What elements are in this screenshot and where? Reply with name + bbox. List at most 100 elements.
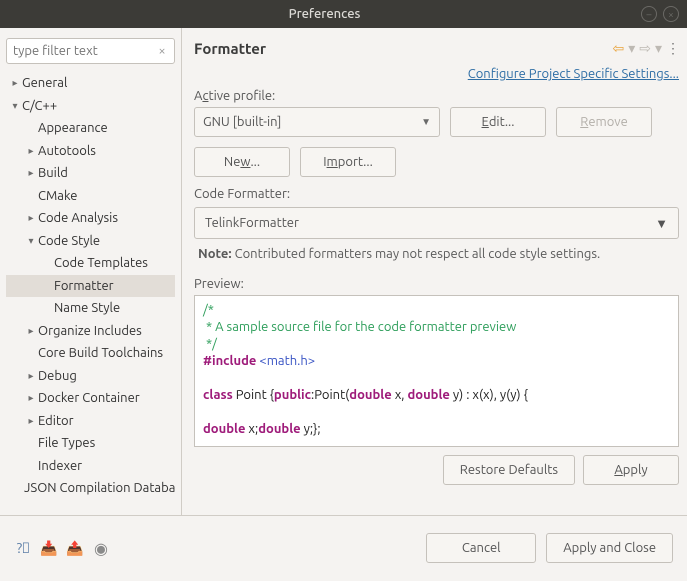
tree-item[interactable]: Code Templates bbox=[6, 252, 175, 275]
expand-icon[interactable]: ▸ bbox=[24, 167, 38, 179]
tree-item-label: Appearance bbox=[38, 121, 108, 135]
tree-item-label: Name Style bbox=[54, 301, 120, 315]
restore-defaults-button[interactable]: Restore Defaults bbox=[443, 455, 575, 485]
active-profile-select[interactable]: GNU [built-in] ▼ bbox=[194, 107, 440, 137]
active-profile-row: GNU [built-in] ▼ Edit... Remove bbox=[194, 107, 679, 137]
help-icon[interactable]: ?⃝ bbox=[14, 539, 32, 557]
code-formatter-value: TelinkFormatter bbox=[205, 216, 299, 230]
apply-button[interactable]: Apply bbox=[583, 455, 679, 485]
note-text: Contributed formatters may not respect a… bbox=[235, 247, 601, 261]
tree-item-label: C/C++ bbox=[22, 99, 57, 113]
preferences-tree[interactable]: ▸General▾C/C++Appearance▸Autotools▸Build… bbox=[6, 72, 175, 500]
tree-item[interactable]: ▾Code Style bbox=[6, 230, 175, 253]
tree-item-label: Code Analysis bbox=[38, 211, 118, 225]
tree-item-label: Indexer bbox=[38, 459, 82, 473]
import-prefs-icon[interactable]: 📥 bbox=[40, 539, 58, 557]
sidebar: × ▸General▾C/C++Appearance▸Autotools▸Bui… bbox=[0, 28, 182, 515]
tree-item-label: General bbox=[22, 76, 67, 90]
window-titlebar: Preferences – × bbox=[0, 0, 687, 28]
back-icon[interactable]: ⇦ bbox=[612, 40, 624, 57]
expand-icon[interactable]: ▸ bbox=[24, 145, 38, 157]
configure-project-link[interactable]: Configure Project Specific Settings... bbox=[468, 67, 679, 81]
clear-icon[interactable]: × bbox=[153, 42, 171, 60]
tree-item[interactable]: Core Build Toolchains bbox=[6, 342, 175, 365]
page-title: Formatter bbox=[194, 40, 612, 57]
tree-item[interactable]: Appearance bbox=[6, 117, 175, 140]
tree-item[interactable]: File Types bbox=[6, 432, 175, 455]
footer-buttons: Cancel Apply and Close bbox=[426, 533, 673, 563]
tree-item[interactable]: Indexer bbox=[6, 455, 175, 478]
dialog-footer: ?⃝ 📥 📤 ◉ Cancel Apply and Close bbox=[0, 516, 687, 580]
filter-input[interactable] bbox=[6, 38, 175, 64]
tree-item-label: Autotools bbox=[38, 144, 96, 158]
tree-item[interactable]: ▸Editor bbox=[6, 410, 175, 433]
tree-item-label: Organize Includes bbox=[38, 324, 142, 338]
code-formatter-label: Code Formatter: bbox=[194, 187, 679, 201]
remove-button: Remove bbox=[556, 107, 652, 137]
tree-item[interactable]: ▸Build bbox=[6, 162, 175, 185]
filter-wrap: × bbox=[6, 38, 175, 64]
tree-item[interactable]: ▸General bbox=[6, 72, 175, 95]
tree-item-label: Code Templates bbox=[54, 256, 148, 270]
tree-item-label: Formatter bbox=[54, 279, 114, 293]
collapse-icon[interactable]: ▾ bbox=[24, 235, 38, 247]
expand-icon[interactable]: ▸ bbox=[24, 212, 38, 224]
export-prefs-icon[interactable]: 📤 bbox=[66, 539, 84, 557]
expand-icon[interactable]: ▸ bbox=[24, 415, 38, 427]
forward-icon[interactable]: ⇨ bbox=[639, 40, 651, 57]
forward-menu-icon[interactable]: ▾ bbox=[655, 40, 662, 57]
window-controls: – × bbox=[641, 6, 679, 22]
tree-item-label: Build bbox=[38, 166, 68, 180]
tree-item[interactable]: ▸Debug bbox=[6, 365, 175, 388]
close-icon[interactable]: × bbox=[663, 6, 679, 22]
panel-header: Formatter ⇦ ▾ ⇨ ▾ ⋮ bbox=[194, 40, 679, 57]
tree-item[interactable]: ▸Autotools bbox=[6, 140, 175, 163]
tree-item[interactable]: ▸Docker Container bbox=[6, 387, 175, 410]
tree-item[interactable]: Formatter bbox=[6, 275, 175, 298]
expand-icon[interactable]: ▸ bbox=[8, 77, 22, 89]
view-menu-icon[interactable]: ⋮ bbox=[666, 40, 679, 57]
minimize-icon[interactable]: – bbox=[641, 6, 657, 22]
tree-item-label: Docker Container bbox=[38, 391, 140, 405]
nav-history: ⇦ ▾ ⇨ ▾ ⋮ bbox=[612, 40, 679, 57]
back-menu-icon[interactable]: ▾ bbox=[628, 40, 635, 57]
project-settings-link-row: Configure Project Specific Settings... bbox=[194, 67, 679, 81]
expand-icon[interactable]: ▸ bbox=[24, 370, 38, 382]
tree-item-label: Code Style bbox=[38, 234, 100, 248]
import-button[interactable]: Import... bbox=[300, 147, 396, 177]
code-formatter-select[interactable]: TelinkFormatter ▼ bbox=[194, 207, 679, 239]
tree-item-label: Debug bbox=[38, 369, 77, 383]
tree-item-label: JSON Compilation Database bbox=[24, 481, 175, 495]
tree-item[interactable]: JSON Compilation Database bbox=[6, 477, 175, 500]
new-button[interactable]: New... bbox=[194, 147, 290, 177]
oomph-icon[interactable]: ◉ bbox=[92, 539, 110, 557]
edit-button[interactable]: Edit... bbox=[450, 107, 546, 137]
expand-icon[interactable]: ▸ bbox=[24, 325, 38, 337]
active-profile-label: Active profile: bbox=[194, 89, 679, 103]
expand-icon[interactable]: ▸ bbox=[24, 392, 38, 404]
collapse-icon[interactable]: ▾ bbox=[8, 100, 22, 112]
tree-item[interactable]: ▸Code Analysis bbox=[6, 207, 175, 230]
tree-item[interactable]: ▾C/C++ bbox=[6, 95, 175, 118]
note-label: Note: bbox=[198, 247, 232, 261]
chevron-down-icon: ▼ bbox=[421, 116, 431, 128]
tree-item-label: CMake bbox=[38, 189, 77, 203]
formatter-note: Note: Contributed formatters may not res… bbox=[194, 245, 679, 271]
apply-and-close-button[interactable]: Apply and Close bbox=[546, 533, 673, 563]
preview-label: Preview: bbox=[194, 277, 679, 291]
tree-item-label: Core Build Toolchains bbox=[38, 346, 163, 360]
panel-actions: Restore Defaults Apply bbox=[194, 455, 679, 485]
content-area: × ▸General▾C/C++Appearance▸Autotools▸Bui… bbox=[0, 28, 687, 516]
tree-item-label: File Types bbox=[38, 436, 95, 450]
footer-icons: ?⃝ 📥 📤 ◉ bbox=[14, 539, 110, 557]
tree-item-label: Editor bbox=[38, 414, 74, 428]
tree-item[interactable]: ▸Organize Includes bbox=[6, 320, 175, 343]
chevron-down-icon: ▼ bbox=[655, 216, 668, 231]
window-title: Preferences bbox=[8, 7, 641, 21]
cancel-button[interactable]: Cancel bbox=[426, 533, 536, 563]
main-panel: Formatter ⇦ ▾ ⇨ ▾ ⋮ Configure Project Sp… bbox=[182, 28, 687, 515]
tree-item[interactable]: Name Style bbox=[6, 297, 175, 320]
preview-area: /* * A sample source file for the code f… bbox=[194, 295, 679, 447]
tree-item[interactable]: CMake bbox=[6, 185, 175, 208]
new-import-row: New... Import... bbox=[194, 147, 679, 177]
